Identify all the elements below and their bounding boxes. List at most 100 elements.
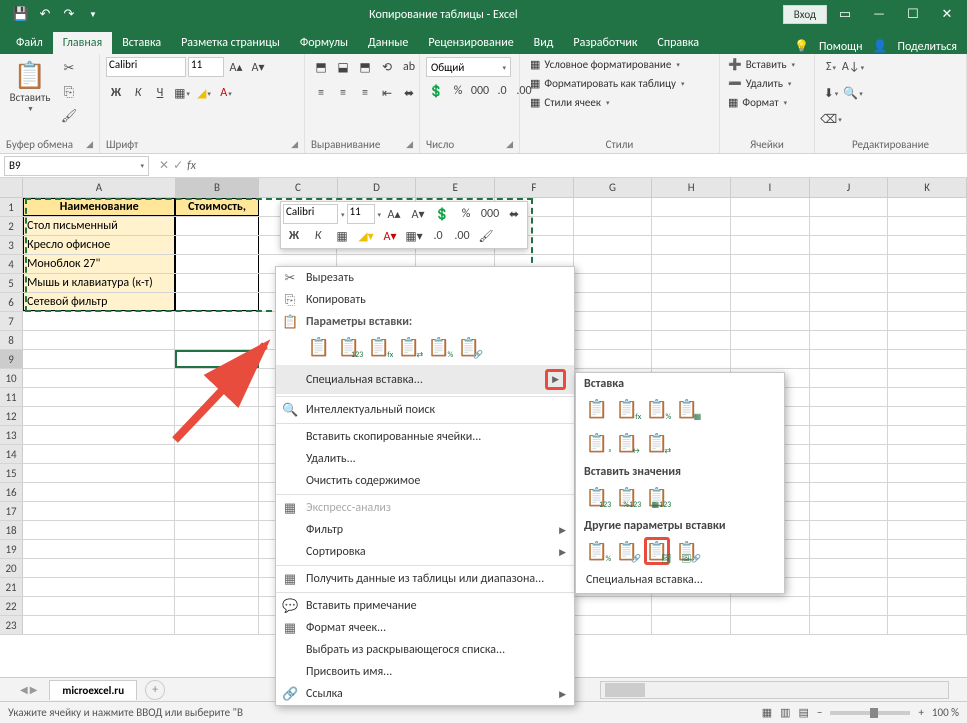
name-box[interactable]: B9▾ [4,156,149,176]
cm-insert-copied[interactable]: Вставить скопированные ячейки... [276,426,574,448]
view-normal-icon[interactable]: ▦ [762,706,772,719]
cell-b6[interactable] [175,293,258,311]
col-header-i[interactable]: I [731,178,810,197]
paste-button[interactable]: 📋 Вставить ▼ [6,57,54,115]
wrap-text-icon[interactable]: ab [399,57,419,77]
align-top-icon[interactable]: ⬒ [311,57,331,77]
cm-link[interactable]: 🔗Ссылка▶ [276,683,574,705]
mini-format-painter-icon[interactable]: 🖌 [475,226,497,246]
sub-paste-noborders-icon[interactable]: 📋▫ [584,429,610,457]
cm-insert-comment[interactable]: 💬Вставить примечание [276,595,574,617]
row-header-15[interactable]: 15 [0,464,23,482]
orientation-icon[interactable]: ⟲ [377,57,397,77]
sub-linked-picture-icon[interactable]: 📋🖼🔗 [674,537,700,565]
cell-b3[interactable] [175,236,258,254]
mini-currency-icon[interactable]: 💲 [431,204,453,224]
increase-decimal-icon[interactable]: .0 [492,81,512,101]
cell-b1[interactable]: Стоимость, [175,198,258,216]
col-header-b[interactable]: B [176,178,259,197]
cut-icon[interactable]: ✂ [58,57,80,79]
col-header-g[interactable]: G [574,178,653,197]
currency-icon[interactable]: 💲 [426,81,446,101]
sub-values-numfmt-icon[interactable]: 📋%123 [614,483,640,511]
row-header-6[interactable]: 6 [0,293,23,311]
col-header-k[interactable]: K [888,178,967,197]
col-header-c[interactable]: C [259,178,338,197]
mini-percent-icon[interactable]: % [455,204,477,224]
align-center-icon[interactable]: ≡ [333,83,353,103]
tab-review[interactable]: Рецензирование [418,32,523,54]
zoom-in-icon[interactable]: + [918,706,923,719]
tab-home[interactable]: Главная [53,32,112,54]
col-header-d[interactable]: D [338,178,417,197]
decrease-indent-icon[interactable]: ⇤ [377,83,397,103]
enter-formula-icon[interactable]: ✓ [173,158,183,173]
undo-icon[interactable]: ↶ [34,4,56,26]
cell-a1[interactable]: Наименование [23,198,175,216]
row-header-11[interactable]: 11 [0,388,23,406]
redo-icon[interactable]: ↷ [58,4,80,26]
cell-b2[interactable] [175,217,258,235]
sub-values-srcfmt-icon[interactable]: 📋▦123 [644,483,670,511]
row-header-16[interactable]: 16 [0,483,23,501]
sub-formatting-icon[interactable]: 📋% [584,537,610,565]
fill-icon[interactable]: ⬇▾ [821,83,841,103]
row-header-1[interactable]: 1 [0,198,23,216]
mini-dec-dec-icon[interactable]: .00 [451,226,473,246]
cell-b5[interactable] [175,274,258,292]
cell-a2[interactable]: Стол письменный [23,217,175,235]
cm-format-cells[interactable]: ▦Формат ячеек... [276,617,574,639]
mini-borders2-icon[interactable]: ▦▾ [403,226,425,246]
row-header-19[interactable]: 19 [0,540,23,558]
col-header-h[interactable]: H [652,178,731,197]
view-page-icon[interactable]: ▥ [780,706,790,719]
sub-paste-formulas-icon[interactable]: 📋fx [614,395,640,423]
format-painter-icon[interactable]: 🖌 [58,105,80,127]
cm-copy[interactable]: ⎘Копировать [276,289,574,311]
row-header-5[interactable]: 5 [0,274,23,292]
sub-special-paste[interactable]: Специальная вставка... [576,569,784,591]
col-header-e[interactable]: E [416,178,495,197]
tell-me-label[interactable]: Помощн [819,40,863,54]
zoom-out-icon[interactable]: − [817,706,822,719]
row-header-2[interactable]: 2 [0,217,23,235]
font-name-select[interactable]: Calibri [106,57,186,77]
sheet-tab-active[interactable]: microexcel.ru [49,680,137,700]
select-all-corner[interactable] [0,178,23,197]
sub-picture-icon[interactable]: 📋🖼 [644,537,670,565]
font-launcher-icon[interactable]: ◢ [291,139,298,150]
mini-italic-button[interactable]: К [307,226,329,246]
cm-dropdown-pick[interactable]: Выбрать из раскрывающегося списка... [276,639,574,661]
mini-font-name[interactable]: Calibri [283,204,338,224]
clipboard-launcher-icon[interactable]: ◢ [86,139,93,150]
row-header-14[interactable]: 14 [0,445,23,463]
login-button[interactable]: Вход [783,5,827,24]
conditional-formatting-button[interactable]: ▦Условное форматирование▾ [526,57,684,72]
align-middle-icon[interactable]: ⬓ [333,57,353,77]
col-header-f[interactable]: F [495,178,574,197]
row-header-21[interactable]: 21 [0,578,23,596]
align-right-icon[interactable]: ≡ [355,83,375,103]
mini-font-size[interactable]: 11 [347,204,375,224]
clear-icon[interactable]: ⌫▾ [821,109,841,129]
tell-me-icon[interactable]: 💡 [794,39,809,54]
tab-data[interactable]: Данные [358,32,418,54]
sort-filter-icon[interactable]: A↓▾ [843,57,863,77]
cell-b9-active[interactable] [175,350,259,368]
cell-styles-button[interactable]: ▦Стили ячеек▾ [526,95,613,110]
ribbon-options-icon[interactable]: ▭ [829,1,861,29]
sub-paste-colwidth-icon[interactable]: 📋↔ [614,429,640,457]
row-header-3[interactable]: 3 [0,236,23,254]
sub-paste-transpose-icon[interactable]: 📋⇄ [644,429,670,457]
row-header-10[interactable]: 10 [0,369,23,387]
number-format-select[interactable]: Общий▾ [426,57,511,77]
zoom-slider[interactable] [830,711,910,715]
row-header-20[interactable]: 20 [0,559,23,577]
sheet-add-button[interactable]: + [145,680,165,700]
font-size-select[interactable]: 11 [188,57,224,77]
sub-link-icon[interactable]: 📋🔗 [614,537,640,565]
font-color-icon[interactable]: A▾ [216,83,236,103]
row-header-17[interactable]: 17 [0,502,23,520]
merge-icon[interactable]: ⬌ [399,83,419,103]
comma-icon[interactable]: 000 [470,81,490,101]
